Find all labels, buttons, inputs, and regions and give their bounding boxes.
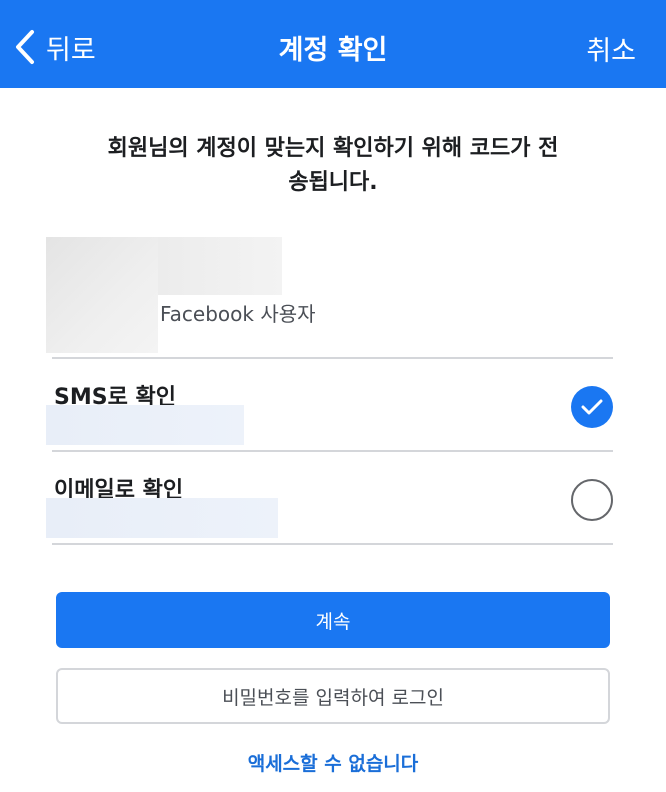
option-sms[interactable]: SMS로 확인 [46, 361, 613, 451]
redacted-name [158, 237, 282, 295]
divider [52, 450, 613, 452]
top-nav-bar: 뒤로 계정 확인 취소 [0, 0, 666, 88]
no-access-link[interactable]: 액세스할 수 없습니다 [0, 749, 666, 776]
description-text: 회원님의 계정이 맞는지 확인하기 위해 코드가 전 송됩니다. [80, 132, 586, 200]
redacted-phone [46, 405, 244, 445]
password-login-button[interactable]: 비밀번호를 입력하여 로그인 [56, 668, 610, 724]
divider [52, 543, 613, 545]
continue-button[interactable]: 계속 [56, 592, 610, 648]
page-title: 계정 확인 [278, 35, 388, 66]
description-line-2: 송됩니다. [288, 170, 378, 195]
description-line-1: 회원님의 계정이 맞는지 확인하기 위해 코드가 전 [107, 136, 559, 161]
divider [52, 357, 613, 359]
option-email[interactable]: 이메일로 확인 [46, 454, 613, 544]
radio-empty-icon[interactable] [571, 479, 613, 521]
username-label: Facebook 사용자 [160, 302, 316, 326]
redacted-email [46, 498, 278, 538]
cancel-button[interactable]: 취소 [586, 29, 636, 68]
avatar [46, 237, 158, 353]
checkmark-icon[interactable] [571, 386, 613, 428]
